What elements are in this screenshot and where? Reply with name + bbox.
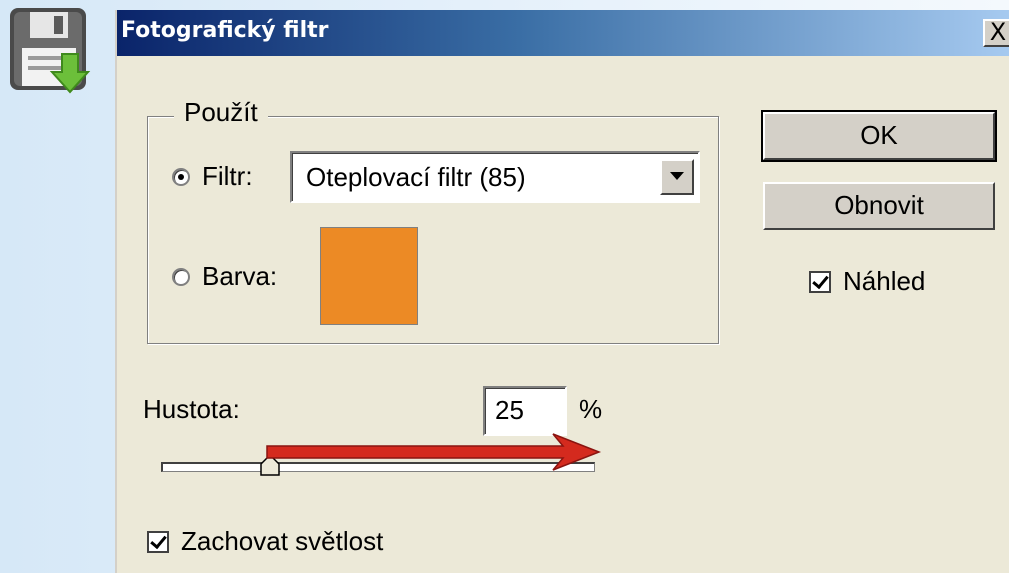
preserve-luminosity-option[interactable]: Zachovat světlost — [147, 526, 383, 557]
annotation-arrow — [266, 433, 602, 471]
filter-select[interactable]: Oteplovací filtr (85) — [290, 151, 700, 203]
density-label: Hustota: — [143, 394, 240, 424]
preserve-luminosity-label: Zachovat světlost — [181, 526, 384, 556]
dialog-title: Fotografický filtr — [121, 18, 329, 43]
ok-button[interactable]: OK — [761, 110, 997, 162]
color-label: Barva: — [202, 261, 278, 291]
density-unit: % — [579, 394, 603, 424]
preserve-luminosity-checkbox[interactable] — [147, 530, 169, 553]
title-bar[interactable]: Fotografický filtr X — [117, 10, 1009, 56]
preview-checkbox[interactable] — [809, 270, 831, 293]
dialog-content: Použít Filtr: Oteplovací filtr (85) Barv… — [117, 56, 1009, 573]
close-button[interactable]: X — [983, 19, 1009, 47]
chevron-down-icon[interactable] — [660, 159, 694, 195]
use-group: Použít Filtr: Oteplovací filtr (85) Barv… — [147, 97, 719, 344]
preview-label: Náhled — [843, 266, 926, 296]
floppy-save-icon — [4, 2, 98, 100]
filter-option[interactable]: Filtr: — [172, 161, 253, 192]
close-icon: X — [989, 18, 1007, 46]
color-swatch[interactable] — [320, 227, 418, 325]
filter-select-value: Oteplovací filtr (85) — [306, 162, 526, 192]
density-value: 25 — [495, 395, 524, 425]
preview-option[interactable]: Náhled — [809, 266, 925, 297]
color-option[interactable]: Barva: — [172, 261, 277, 292]
filter-radio[interactable] — [172, 167, 190, 186]
photo-filter-dialog: Fotografický filtr X Použít Filtr: Otepl… — [115, 10, 1009, 573]
color-radio[interactable] — [172, 267, 190, 286]
ok-button-label: OK — [860, 120, 898, 150]
filter-label: Filtr: — [202, 161, 253, 191]
reset-button-label: Obnovit — [834, 190, 924, 220]
reset-button[interactable]: Obnovit — [763, 182, 995, 230]
use-group-legend: Použít — [174, 97, 268, 128]
